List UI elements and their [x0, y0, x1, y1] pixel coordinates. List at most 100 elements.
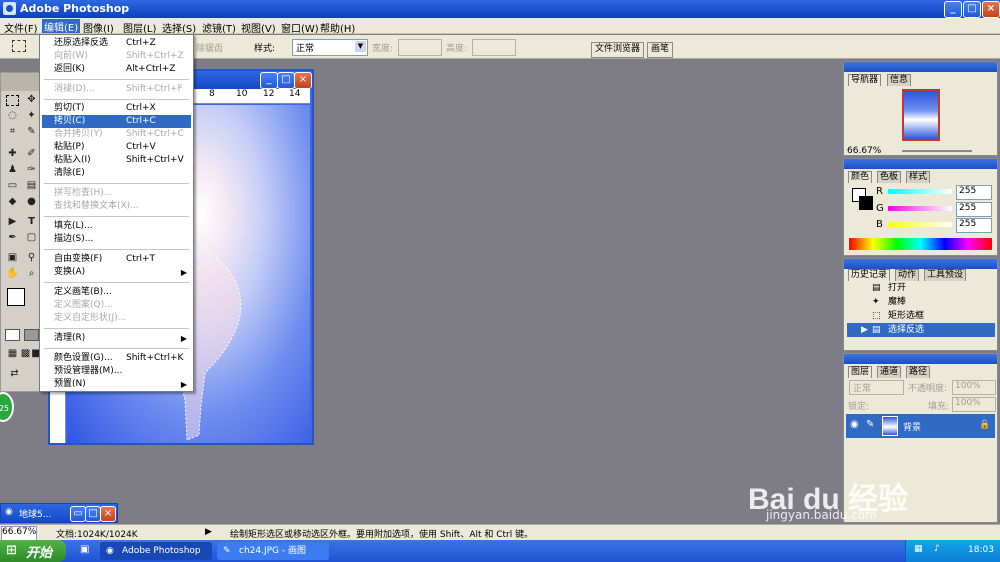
blur-icon[interactable]: ◆ — [5, 195, 20, 208]
menu-item-paste[interactable]: 粘贴(P) Ctrl+V — [42, 141, 191, 154]
quickmask-mode-icon[interactable] — [24, 329, 39, 341]
menu-item-define-custom-shape[interactable]: 定义自定形状(J)... — [42, 312, 191, 325]
rect-marquee-icon[interactable] — [6, 95, 19, 106]
brush-icon[interactable]: ✐ — [24, 147, 39, 160]
side-badge[interactable]: 25 — [0, 392, 14, 422]
pen-icon[interactable]: ✒ — [5, 231, 20, 244]
doc-close-button[interactable]: × — [294, 72, 312, 89]
menu-item-preset-manager[interactable]: 预设管理器(M)... — [42, 365, 191, 378]
quick-launch-icon[interactable]: ▣ — [80, 544, 89, 555]
close-button[interactable]: × — [982, 1, 1000, 18]
menu-file[interactable]: 文件(F) — [4, 20, 38, 35]
r-slider[interactable] — [888, 189, 952, 194]
restore-button[interactable]: □ — [963, 1, 981, 18]
eyedropper-icon[interactable]: ⚲ — [24, 251, 39, 264]
menu-item-preferences[interactable]: 预置(N) ▶ — [42, 378, 191, 391]
healing-icon[interactable]: ✚ — [5, 147, 20, 160]
panel-title-bar[interactable] — [844, 159, 997, 169]
type-icon[interactable]: T — [24, 215, 39, 228]
history-brush-icon[interactable]: ✑ — [24, 163, 39, 176]
color-ramp[interactable] — [849, 238, 992, 250]
history-item[interactable]: ▤ 打开 — [847, 281, 995, 295]
menu-item-fill[interactable]: 填充(L)... — [42, 220, 191, 233]
mini-close-button[interactable]: × — [100, 506, 116, 522]
menu-item-stroke[interactable]: 描边(S)... — [42, 233, 191, 246]
lasso-icon[interactable]: ◌ — [5, 109, 20, 122]
menu-window[interactable]: 窗口(W) — [281, 20, 319, 35]
layer-row[interactable]: ◉ ✎ 背景 🔒 — [846, 414, 995, 438]
menu-layer[interactable]: 图层(L) — [123, 20, 156, 35]
navigator-thumbnail[interactable] — [902, 89, 940, 141]
path-select-icon[interactable]: ▶ — [5, 215, 20, 228]
minimize-button[interactable]: _ — [944, 1, 962, 18]
tab-channels[interactable]: 通道 — [877, 366, 902, 378]
volume-icon[interactable]: ♪ — [934, 544, 940, 554]
brush-link-icon[interactable]: ✎ — [866, 419, 874, 430]
navigator-zoom[interactable]: 66.67% — [847, 146, 881, 156]
zoom-slider[interactable] — [902, 150, 972, 152]
notes-icon[interactable]: ▣ — [5, 251, 20, 264]
menu-item-step-forward[interactable]: 向前(W) Shift+Ctrl+Z — [42, 50, 191, 63]
menu-item-copy-merged[interactable]: 合并拷贝(Y) Shift+Ctrl+C — [42, 128, 191, 141]
gradient-icon[interactable]: ▤ — [24, 179, 39, 192]
menu-item-free-transform[interactable]: 自由变换(F) Ctrl+T — [42, 253, 191, 266]
zoom-icon[interactable]: ⌕ — [24, 267, 39, 280]
height-input[interactable] — [472, 39, 516, 56]
blend-mode-select[interactable]: 正常 — [849, 380, 904, 395]
standard-mode-icon[interactable] — [5, 329, 20, 341]
tab-info[interactable]: 信息 — [887, 74, 912, 86]
hand-icon[interactable]: ✋ — [5, 267, 20, 280]
menu-item-define-brush[interactable]: 定义画笔(B)... — [42, 286, 191, 299]
menu-view[interactable]: 视图(V) — [241, 20, 276, 35]
history-item[interactable]: ⬚ 矩形选框 — [847, 309, 995, 323]
magic-wand-icon[interactable]: ✦ — [24, 109, 39, 122]
menu-item-undo[interactable]: 还原选择反选 Ctrl+Z — [42, 37, 191, 50]
stamp-icon[interactable]: ♟ — [5, 163, 20, 176]
start-button[interactable]: ⊞ 开始 — [0, 540, 66, 562]
shape-icon[interactable]: ▢ — [24, 231, 39, 244]
tab-color[interactable]: 颜色 — [848, 171, 873, 183]
file-browser-tab[interactable]: 文件浏览器 — [591, 42, 645, 58]
opacity-input[interactable]: 100% — [952, 380, 996, 395]
history-item-selected[interactable]: ▶ ▤ 选择反选 — [847, 323, 995, 337]
menu-item-paste-into[interactable]: 粘贴入(I) Shift+Ctrl+V — [42, 154, 191, 167]
foreground-color-swatch[interactable] — [7, 288, 25, 306]
menu-image[interactable]: 图像(I) — [83, 20, 114, 35]
task-paint[interactable]: ✎ ch24.JPG - 画图 — [217, 542, 329, 560]
menu-item-cut[interactable]: 剪切(T) Ctrl+X — [42, 102, 191, 115]
doc-minimize-button[interactable]: _ — [260, 72, 278, 89]
g-slider[interactable] — [888, 206, 952, 211]
menu-item-define-pattern[interactable]: 定义图案(Q)... — [42, 299, 191, 312]
style-select[interactable]: 正常 ▼ — [292, 39, 368, 56]
mini-restore-button[interactable]: ▭ — [70, 506, 86, 522]
move-icon[interactable]: ✥ — [24, 93, 39, 106]
fill-input[interactable]: 100% — [952, 397, 996, 412]
tab-styles[interactable]: 样式 — [906, 171, 931, 183]
tab-navigator[interactable]: 导航器 — [848, 74, 882, 86]
panel-title-bar[interactable] — [844, 354, 997, 364]
history-item[interactable]: ✦ 魔棒 — [847, 295, 995, 309]
r-value-input[interactable]: 255 — [956, 185, 992, 200]
width-input[interactable] — [398, 39, 442, 56]
menu-item-color-settings[interactable]: 颜色设置(G)... Shift+Ctrl+K — [42, 352, 191, 365]
menu-item-transform[interactable]: 变换(A) ▶ — [42, 266, 191, 279]
brushes-tab[interactable]: 画笔 — [647, 42, 674, 58]
b-slider[interactable] — [888, 222, 952, 227]
tab-history[interactable]: 历史记录 — [848, 269, 891, 281]
menu-help[interactable]: 帮助(H) — [320, 20, 355, 35]
mini-maximize-button[interactable]: □ — [85, 506, 101, 522]
menu-item-step-backward[interactable]: 返回(K) Alt+Ctrl+Z — [42, 63, 191, 76]
g-value-input[interactable]: 255 — [956, 202, 992, 217]
color-background-swatch[interactable] — [859, 196, 873, 210]
menu-item-copy[interactable]: 拷贝(C) Ctrl+C — [42, 115, 191, 128]
status-zoom[interactable]: 66.67% — [1, 526, 37, 541]
menu-item-spell-check[interactable]: 拼写检查(H)... — [42, 187, 191, 200]
task-photoshop[interactable]: ◉ Adobe Photoshop — [100, 542, 212, 560]
slice-icon[interactable]: ✎ — [24, 125, 39, 138]
b-value-input[interactable]: 255 — [956, 218, 992, 233]
play-icon[interactable]: ▶ — [205, 527, 212, 537]
dodge-icon[interactable]: ● — [24, 195, 39, 208]
tab-tool-presets[interactable]: 工具预设 — [924, 269, 967, 281]
minimized-document[interactable]: ◉ 地球5... ▭ □ × — [0, 503, 118, 523]
tab-paths[interactable]: 路径 — [906, 366, 931, 378]
